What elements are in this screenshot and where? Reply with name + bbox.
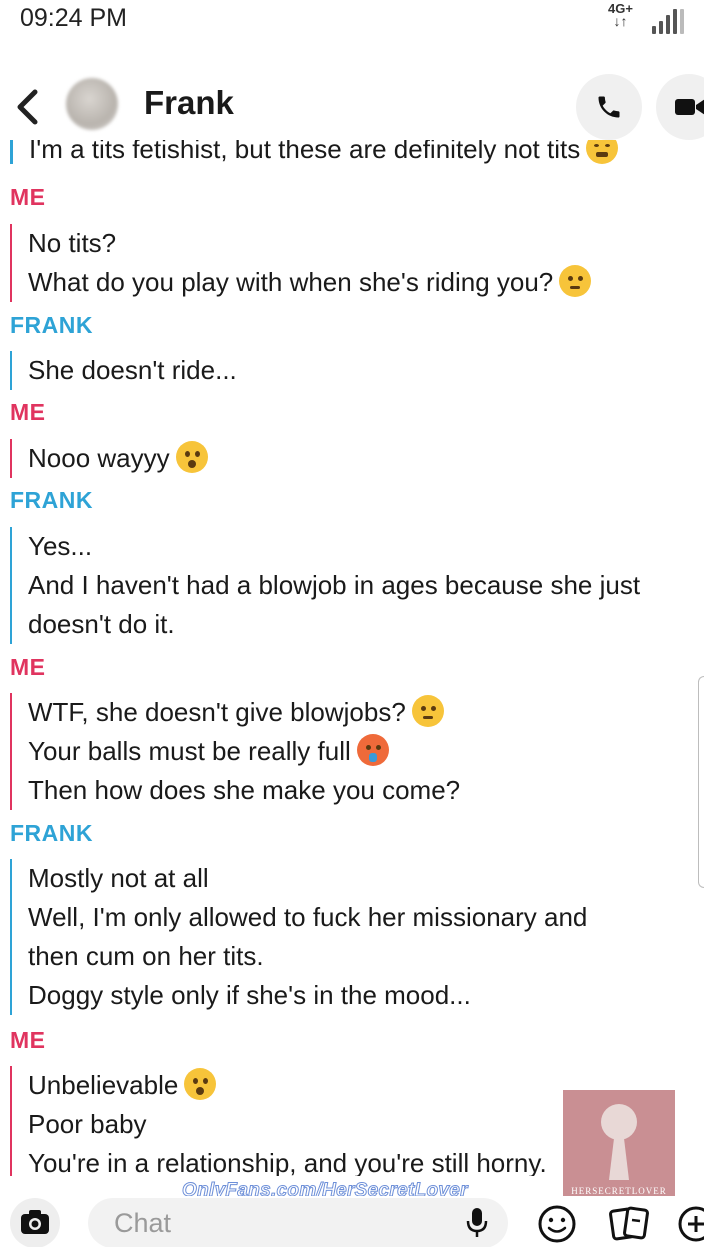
scrollbar[interactable] (698, 676, 704, 888)
message-line: What do you play with when she's riding … (28, 263, 592, 302)
voice-call-button[interactable] (576, 74, 642, 140)
message-line: doesn't do it. (28, 609, 175, 639)
message-partial: I'm a tits fetishist, but these are defi… (10, 140, 619, 164)
hot-face-emoji (356, 734, 389, 766)
message-text: WTF, she doesn't give blowjobs? (28, 697, 406, 727)
message-line: You're in a relationship, and you're sti… (28, 1148, 547, 1176)
message-text: Nooo wayyy (28, 443, 170, 473)
signal-icon (650, 8, 684, 34)
avatar[interactable] (66, 78, 118, 130)
sender-label-me: ME (10, 1027, 46, 1053)
video-camera-icon (675, 99, 704, 115)
message-line: WTF, she doesn't give blowjobs? (28, 693, 460, 732)
message-group: Mostly not at all Well, I'm only allowed… (10, 859, 587, 1015)
phone-icon (598, 96, 620, 118)
message-line: Unbelievable (28, 1066, 547, 1105)
sender-label-frank: FRANK (10, 312, 93, 338)
message-text: What do you play with when she's riding … (28, 267, 554, 297)
thinking-face-emoji (559, 265, 592, 297)
camera-icon (21, 1210, 49, 1234)
chat-input[interactable] (88, 1198, 508, 1247)
message-line: Mostly not at all (28, 863, 209, 893)
message-text: I'm a tits fetishist, but these are defi… (29, 140, 581, 164)
sender-label-me: ME (10, 184, 46, 210)
message-group: No tits? What do you play with when she'… (10, 224, 592, 302)
message-text: Your balls must be really full (28, 736, 351, 766)
sender-label-me: ME (10, 654, 46, 680)
message-line: Nooo wayyy (28, 439, 208, 478)
back-button[interactable] (8, 82, 48, 132)
message-line: Then how does she make you come? (28, 775, 461, 805)
message-group: WTF, she doesn't give blowjobs? Your bal… (10, 693, 460, 810)
microphone-icon[interactable] (464, 1206, 490, 1240)
message-group: Unbelievable Poor baby You're in a relat… (10, 1066, 547, 1176)
status-bar: 09:24 PM 4G+ ↓↑ (0, 0, 704, 44)
message-group: Yes... And I haven't had a blowjob in ag… (10, 527, 640, 644)
network-indicator: 4G+ ↓↑ (608, 2, 633, 28)
tired-face-emoji (586, 140, 619, 164)
message-line: Doggy style only if she's in the mood... (28, 980, 471, 1010)
watermark-caption: HERSECRETLOVER (571, 1186, 667, 1196)
watermark-logo: HERSECRETLOVER (563, 1090, 675, 1202)
chevron-left-icon (17, 89, 38, 125)
network-arrows: ↓↑ (613, 13, 628, 29)
chat-input-bar (0, 1196, 704, 1247)
message-line: And I haven't had a blowjob in ages beca… (28, 570, 641, 600)
status-time: 09:24 PM (20, 4, 128, 32)
message-group: Nooo wayyy (10, 439, 208, 478)
sender-label-me: ME (10, 399, 46, 425)
video-call-button[interactable] (656, 74, 704, 140)
thinking-face-emoji (411, 695, 444, 727)
message-group: She doesn't ride... (10, 351, 237, 390)
message-line: Yes... (28, 531, 93, 561)
sender-label-frank: FRANK (10, 487, 93, 513)
contact-name[interactable]: Frank (144, 84, 234, 122)
message-list[interactable]: I'm a tits fetishist, but these are defi… (0, 140, 704, 1176)
camera-button[interactable] (10, 1198, 60, 1247)
smiley-icon[interactable] (536, 1204, 578, 1244)
sender-label-frank: FRANK (10, 820, 93, 846)
message-text: Unbelievable (28, 1070, 179, 1100)
plus-icon[interactable] (676, 1204, 704, 1244)
message-line: Well, I'm only allowed to fuck her missi… (28, 902, 588, 932)
surprised-face-emoji (184, 1068, 217, 1100)
cards-icon[interactable] (608, 1204, 652, 1244)
surprised-face-emoji (175, 441, 208, 473)
message-line: Poor baby (28, 1109, 147, 1139)
message-line: then cum on her tits. (28, 941, 264, 971)
message-line: Your balls must be really full (28, 732, 460, 771)
message-line: No tits? (28, 228, 117, 258)
message-line: She doesn't ride... (28, 355, 237, 385)
